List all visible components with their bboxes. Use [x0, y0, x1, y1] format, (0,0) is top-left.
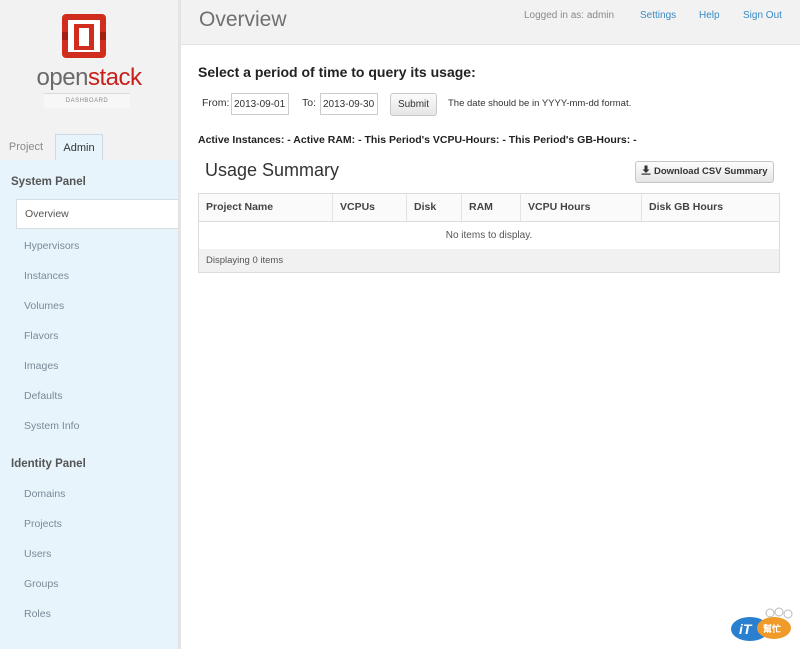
column-header-disk-gb-hours[interactable]: Disk GB Hours: [641, 194, 779, 221]
sidebar-item-defaults[interactable]: Defaults: [24, 390, 63, 402]
submit-button[interactable]: Submit: [390, 93, 437, 116]
download-csv-label: Download CSV Summary: [654, 166, 768, 177]
openstack-logo-icon: [62, 14, 106, 58]
sidebar-item-groups[interactable]: Groups: [24, 578, 58, 590]
sidebar-item-images[interactable]: Images: [24, 360, 58, 372]
column-header-vcpu-hours[interactable]: VCPU Hours: [520, 194, 641, 221]
watermark-it-text: iT: [739, 621, 753, 637]
from-date-input[interactable]: [231, 93, 289, 115]
brand-subtitle: DASHBOARD: [44, 93, 130, 108]
to-label: To:: [302, 97, 317, 109]
sidebar-item-instances[interactable]: Instances: [24, 270, 69, 282]
settings-link[interactable]: Settings: [640, 10, 676, 21]
sidebar-item-volumes[interactable]: Volumes: [24, 300, 64, 312]
brand-name-open: open: [36, 64, 89, 91]
column-header-vcpus[interactable]: VCPUs: [332, 194, 406, 221]
system-panel-title: System Panel: [11, 176, 86, 188]
sidebar-item-system-info[interactable]: System Info: [24, 420, 79, 432]
logged-in-status: Logged in as: admin: [524, 10, 615, 21]
admin-nav: System Panel Overview Hypervisors Instan…: [0, 160, 178, 649]
from-label: From:: [202, 97, 230, 109]
tab-admin[interactable]: Admin: [55, 134, 103, 161]
column-header-project-name[interactable]: Project Name: [199, 194, 332, 221]
download-csv-button[interactable]: Download CSV Summary: [635, 161, 774, 183]
sidebar-divider: [178, 0, 181, 649]
table-header: Project Name VCPUs Disk RAM VCPU Hours D…: [199, 194, 779, 222]
to-date-input[interactable]: [320, 93, 378, 115]
help-link[interactable]: Help: [699, 10, 720, 21]
tab-project[interactable]: Project: [0, 134, 52, 160]
download-icon: [641, 165, 651, 175]
sidebar-item-domains[interactable]: Domains: [24, 488, 65, 500]
sidebar-item-projects[interactable]: Projects: [24, 518, 62, 530]
sign-out-link[interactable]: Sign Out: [743, 10, 782, 21]
panel-tabs: Project Admin: [0, 134, 178, 161]
sidebar-item-hypervisors[interactable]: Hypervisors: [24, 240, 79, 252]
brand-name: openstack: [0, 64, 178, 92]
brand[interactable]: openstack DASHBOARD: [0, 0, 178, 130]
empty-table-message: No items to display.: [199, 222, 779, 250]
query-heading: Select a period of time to query its usa…: [198, 64, 476, 80]
sidebar-item-flavors[interactable]: Flavors: [24, 330, 58, 342]
brand-name-stack: stack: [87, 64, 142, 91]
usage-stats: Active Instances: - Active RAM: - This P…: [198, 134, 637, 146]
sidebar-item-roles[interactable]: Roles: [24, 608, 51, 620]
sidebar-item-users[interactable]: Users: [24, 548, 51, 560]
ithelp-watermark-logo: iT 幫忙: [731, 607, 793, 641]
table-footer: Displaying 0 items: [199, 249, 779, 272]
top-bar: Overview Logged in as: admin Settings He…: [181, 0, 800, 45]
sidebar-item-overview[interactable]: Overview: [16, 199, 178, 229]
usage-summary-title: Usage Summary: [205, 160, 340, 180]
page-title: Overview: [199, 8, 287, 31]
sidebar: openstack DASHBOARD Project Admin System…: [0, 0, 179, 649]
date-format-hint: The date should be in YYYY-mm-dd format.: [448, 98, 632, 109]
column-header-ram[interactable]: RAM: [461, 194, 520, 221]
usage-table: Project Name VCPUs Disk RAM VCPU Hours D…: [198, 193, 780, 273]
column-header-disk[interactable]: Disk: [406, 194, 461, 221]
identity-panel-title: Identity Panel: [11, 458, 86, 470]
watermark-cn-text: 幫忙: [763, 623, 781, 635]
